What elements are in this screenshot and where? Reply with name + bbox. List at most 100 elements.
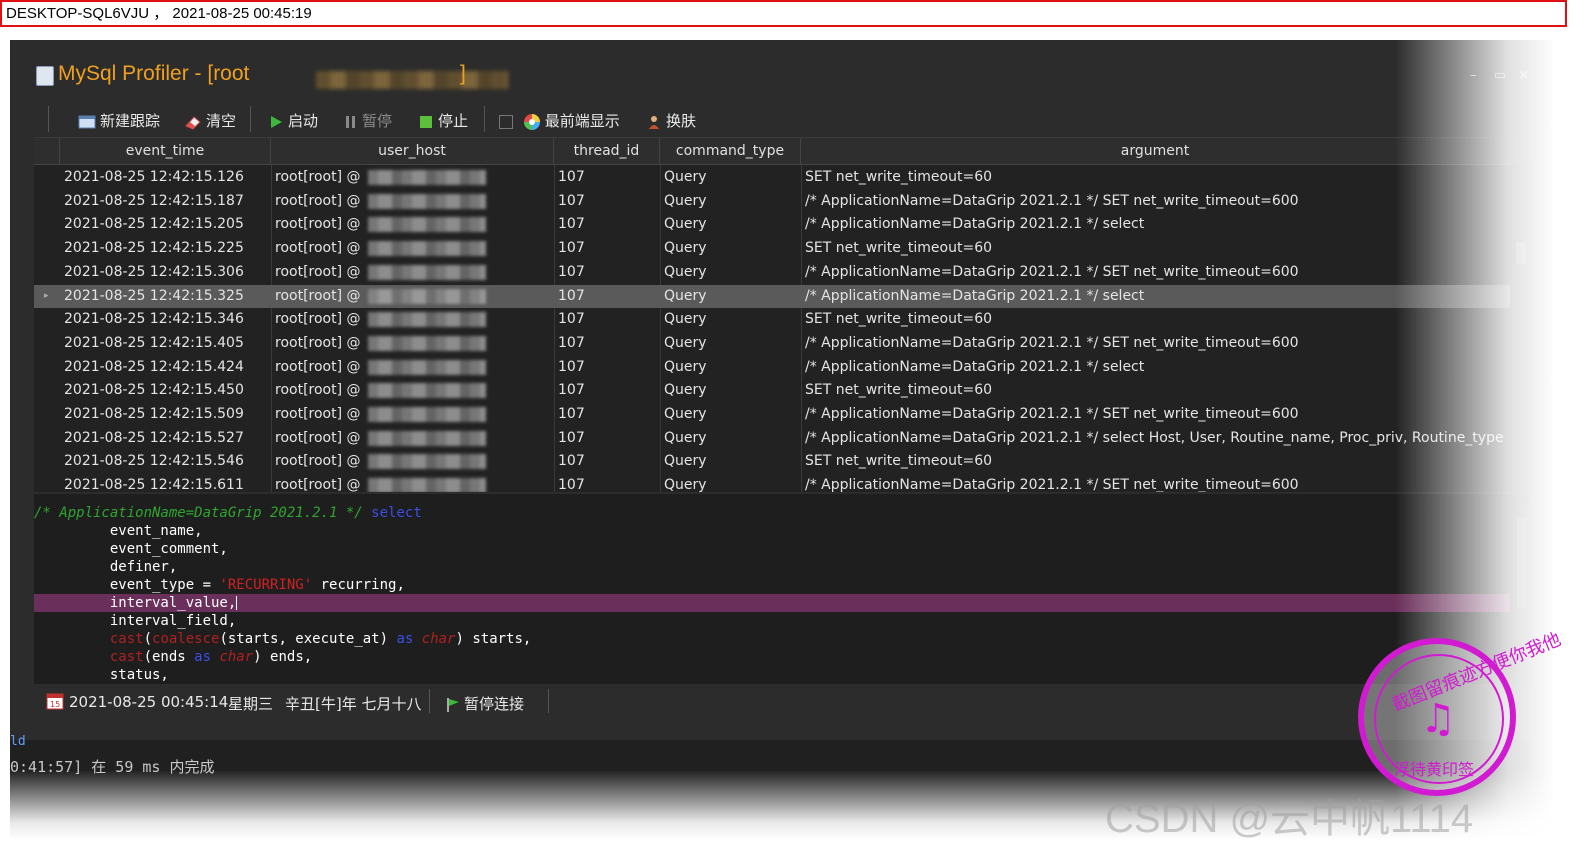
cell-argument: /* ApplicationName=DataGrip 2021.2.1 */ … [805,216,1145,233]
cell-command-type: Query [664,287,707,304]
redacted-host-block [316,71,508,89]
col-thread-id[interactable]: thread_id [554,138,660,164]
cell-command-type: Query [664,382,707,399]
table-row[interactable]: 2021-08-25 12:42:15.405 root[root] @ 107 Qu… [34,332,1510,355]
start-button[interactable]: 启动 [268,110,318,131]
status-bar: 15 2021-08-25 00:45:14 星期三 辛丑[牛]年 七月十八 暂… [34,685,1531,719]
stop-button[interactable]: 停止 [418,110,468,131]
cell-user-host: root[root] @ [275,263,361,280]
table-row[interactable]: 2021-08-25 12:42:15.450 root[root] @ 107 Qu… [34,379,1510,402]
cell-command-type: Query [664,429,707,446]
grid-scroll-thumb[interactable] [1516,242,1526,264]
code-type: char [421,631,456,647]
start-label: 启动 [288,112,319,130]
code-line: definer, [34,558,1510,576]
table-row[interactable]: 2021-08-25 12:42:15.306 root[root] @ 107 Qu… [34,261,1510,284]
cell-argument: /* ApplicationName=DataGrip 2021.2.1 */ … [805,477,1299,492]
table-row[interactable]: 2021-08-25 12:42:15.346 root[root] @ 107 Qu… [34,308,1510,331]
code-keyword: select [371,505,422,521]
clear-button[interactable]: 清空 [184,110,236,131]
cell-event-time: 2021-08-25 12:42:15.126 [64,169,244,185]
cell-user-host: root[root] @ [275,240,361,257]
cell-thread-id: 107 [558,477,585,492]
close-button[interactable]: × [1518,68,1529,83]
table-row[interactable]: 2021-08-25 12:42:15.205 root[root] @ 107 Qu… [34,213,1510,236]
code-text: ) starts, [455,631,532,647]
cell-user-host: root[root] @ [275,287,361,304]
code-text: event_comment, [109,541,228,557]
trace-grid: event_time user_host thread_id command_t… [34,137,1531,492]
cell-user-host: root[root] @ [275,334,361,351]
col-argument[interactable]: argument [801,138,1510,164]
code-line: cast(coalesce(starts, execute_at) as cha… [109,631,532,647]
cell-event-time: 2021-08-25 12:42:15.405 [64,334,244,351]
redacted-ip-block [368,359,486,375]
topmost-checkbox[interactable]: 最前端显示 [498,110,620,131]
skin-button[interactable]: 换肤 [646,110,696,131]
table-row-selected[interactable]: ▸ 2021-08-25 12:42:15.325 root[root] @ 107 Q… [34,284,1510,308]
pause-button[interactable]: 暂停 [344,110,392,131]
col-event-time[interactable]: event_time [60,138,271,164]
table-row[interactable]: 2021-08-25 12:42:15.225 root[root] @ 107 Qu… [34,237,1510,260]
code-text: interval_value, [109,595,237,611]
cell-argument: SET net_write_timeout=60 [805,169,993,185]
cell-user-host: root[root] @ [275,429,361,446]
table-row[interactable]: 2021-08-25 12:42:15.527 root[root] @ 107 Qu… [34,427,1510,450]
pause-icon [346,115,355,128]
sql-detail-editor[interactable]: /* ApplicationName=DataGrip 2021.2.1 */ … [34,494,1531,684]
redacted-ip-block [368,454,486,470]
redacted-ip-block [368,335,486,351]
topmost-label: 最前端显示 [544,112,620,130]
redacted-ip-block [368,430,486,446]
cell-event-time: 2021-08-25 12:42:15.205 [64,216,244,233]
maximize-button[interactable]: ▭ [1494,68,1506,83]
status-separator [429,689,430,713]
new-trace-button[interactable]: 新建跟踪 [78,110,160,131]
cell-thread-id: 107 [558,169,585,185]
cell-user-host: root[root] @ [275,311,361,328]
cell-thread-id: 107 [558,429,585,446]
cell-argument: /* ApplicationName=DataGrip 2021.2.1 */ … [805,406,1299,422]
cell-thread-id: 107 [558,263,585,280]
table-row[interactable]: 2021-08-25 12:42:15.509 root[root] @ 107 Qu… [34,403,1510,426]
clear-label: 清空 [206,112,237,130]
flag-icon [447,697,459,712]
pause-connection-button[interactable]: 暂停连接 [446,693,524,714]
stop-label: 停止 [438,112,469,130]
code-line-current: interval_value, [34,594,1510,612]
profiler-window: MySql Profiler - [root ] – ▭ × 新建跟踪 清空 启… [10,40,1555,740]
cell-event-time: 2021-08-25 12:42:15.424 [64,358,244,375]
csdn-watermark: CSDN @云中帆1114 [1105,797,1474,841]
cell-event-time: 2021-08-25 12:42:15.611 [64,477,244,492]
seal-stamp: 截图留痕迹方便你我他 ♫ 浮待黄印签 [1358,629,1564,796]
table-row[interactable]: 2021-08-25 12:42:15.424 root[root] @ 107 Qu… [34,356,1510,379]
toolbar-separator [48,106,49,132]
cell-command-type: Query [664,453,707,470]
redacted-ip-block [368,193,486,209]
minimize-button[interactable]: – [1470,68,1477,83]
pause-label: 暂停 [362,112,393,130]
code-line: event_name, [34,522,1510,540]
code-keyword: as [194,649,212,665]
cell-argument: SET net_write_timeout=60 [805,453,993,470]
editor-scroll-thumb[interactable] [1517,518,1527,608]
cell-thread-id: 107 [558,240,585,257]
cell-event-time: 2021-08-25 12:42:15.546 [64,453,244,470]
table-row[interactable]: 2021-08-25 12:42:15.546 root[root] @ 107 Qu… [34,450,1510,473]
cell-argument: /* ApplicationName=DataGrip 2021.2.1 */ … [805,263,1299,280]
redacted-ip-block [368,312,486,328]
table-row[interactable]: 2021-08-25 12:42:15.611 root[root] @ 107 Qu… [34,474,1510,492]
status-separator [548,689,549,713]
table-row[interactable]: 2021-08-25 12:42:15.187 root[root] @ 107 Qu… [34,190,1510,213]
grid-scrollbar[interactable] [1512,164,1530,492]
code-line: status, [34,666,1510,684]
col-user-host[interactable]: user_host [271,138,554,164]
code-text: (ends [143,649,195,665]
window-title-bracket: ] [460,62,466,85]
skin-label: 换肤 [666,112,697,130]
table-row[interactable]: 2021-08-25 12:42:15.126 root[root] @ 107 Qu… [34,166,1510,189]
cell-command-type: Query [664,192,707,209]
cell-user-host: root[root] @ [275,169,361,185]
col-command-type[interactable]: command_type [660,138,801,164]
play-icon [271,115,282,128]
